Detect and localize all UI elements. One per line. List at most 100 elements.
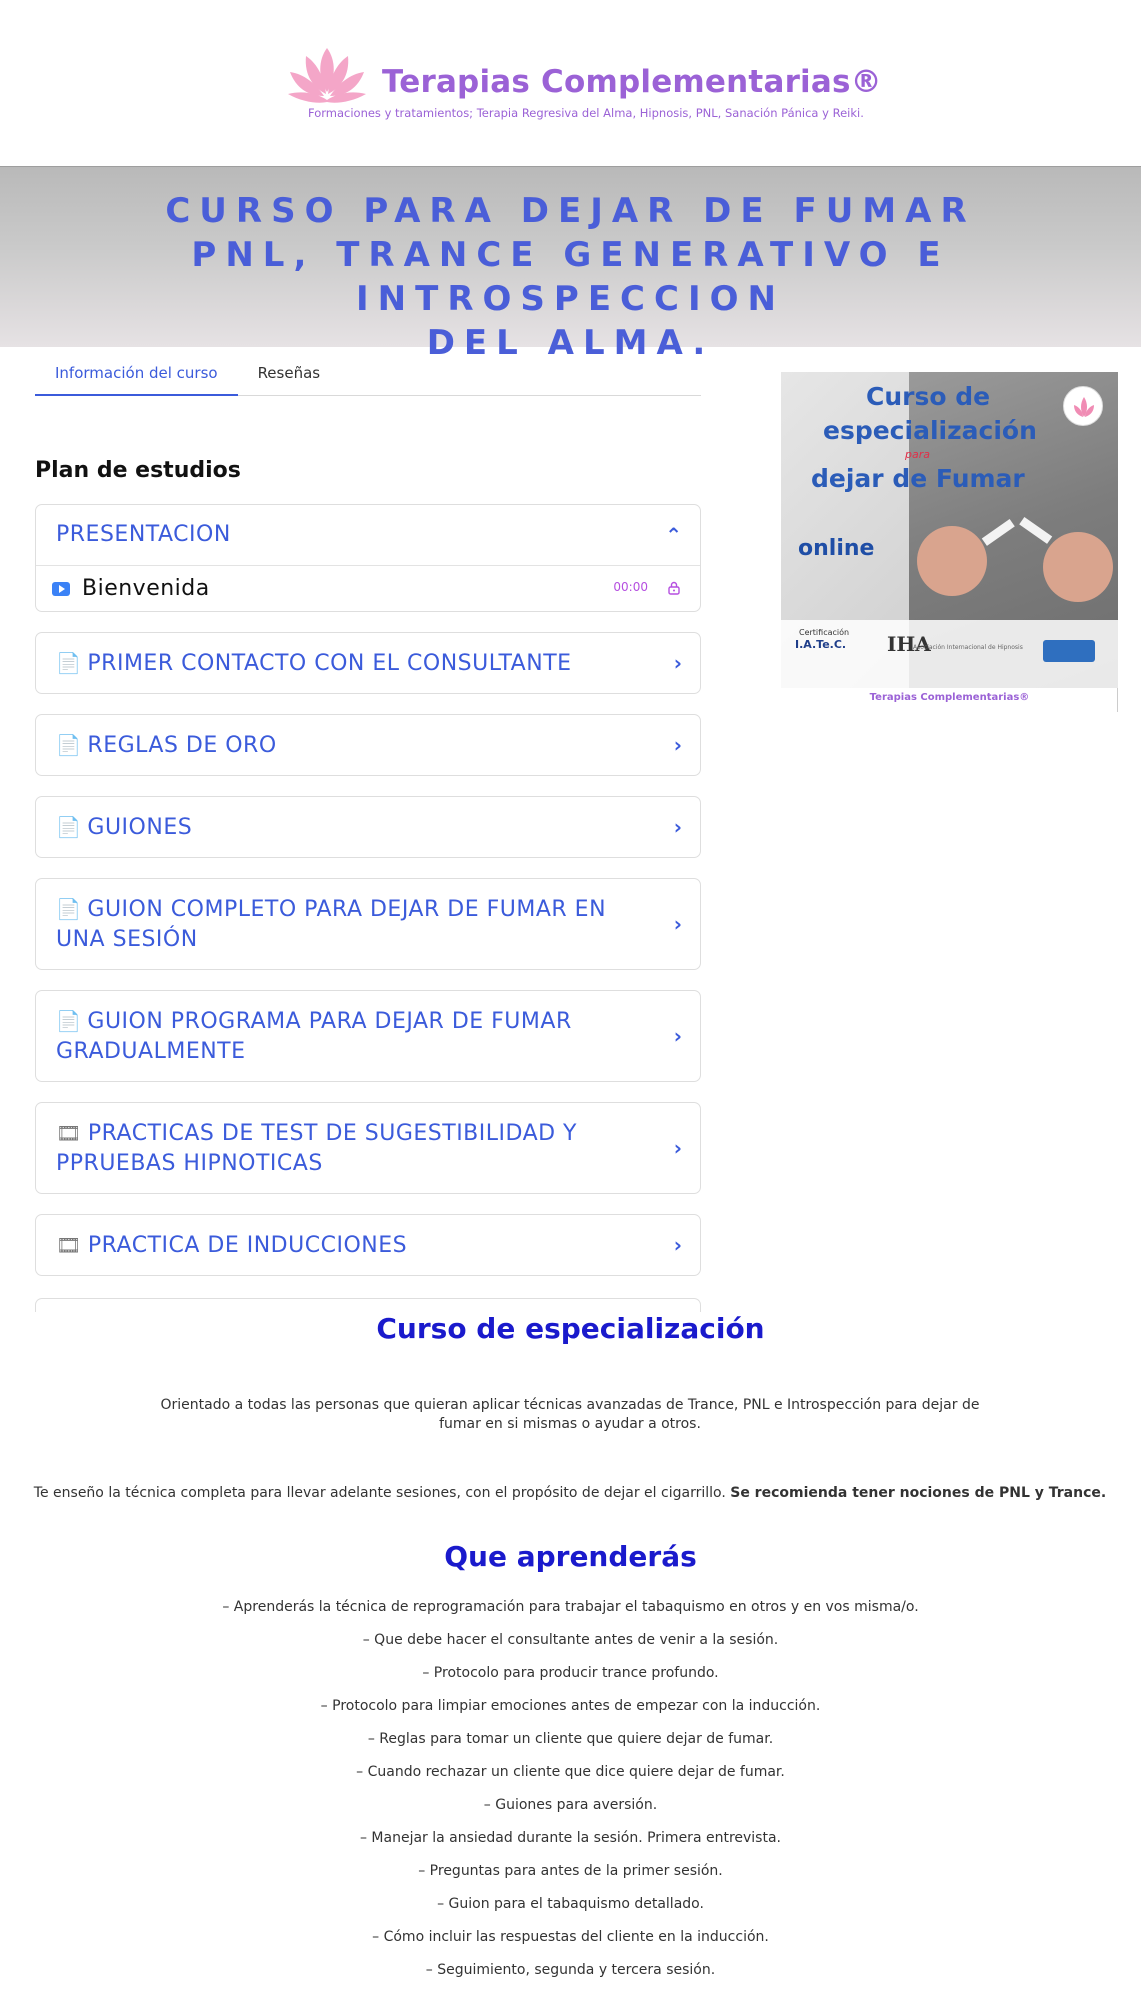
course-banner: CURSO PARA DEJAR DE FUMAR PNL, TRANCE GE… xyxy=(0,166,1141,363)
card-title-line-2: especialización xyxy=(823,416,1037,445)
film-icon: 🎞 xyxy=(56,1120,82,1145)
card-title-line-3: dejar de Fumar xyxy=(811,464,1025,493)
module-primer-contacto[interactable]: 📄 PRIMER CONTACTO CON EL CONSULTANTE › xyxy=(35,632,701,694)
course-title-line-2: PNL, TRANCE GENERATIVO E INTROSPECCION xyxy=(191,235,950,319)
module-header: 📄 GUION COMPLETO PARA DEJAR DE FUMAR EN U… xyxy=(36,879,700,969)
document-icon: 📄 xyxy=(56,814,82,839)
curriculum-title: Plan de estudios xyxy=(35,458,241,483)
document-icon: 📄 xyxy=(56,732,82,757)
lesson-row-bienvenida[interactable]: Bienvenida 00:00 xyxy=(36,565,700,611)
list-item: – Cómo incluir las respuestas del client… xyxy=(372,1929,769,1945)
list-item: – Cuando rechazar un cliente que dice qu… xyxy=(356,1764,785,1780)
list-item: – Preguntas para antes de la primer sesi… xyxy=(418,1863,723,1879)
paragraph-2-bold: Se recomienda tener nociones de PNL y Tr… xyxy=(730,1485,1107,1501)
chevron-right-icon: › xyxy=(673,912,682,936)
lotus-icon xyxy=(288,48,366,103)
divider xyxy=(1117,688,1118,712)
module-title-text: GUION PROGRAMA PARA DEJAR DE FUMAR GRADU… xyxy=(56,1008,572,1064)
chevron-right-icon: › xyxy=(673,1136,682,1160)
list-item: – Guiones para aversión. xyxy=(483,1797,658,1813)
learn-title: Que aprenderás xyxy=(444,1540,697,1573)
film-icon: 🎞 xyxy=(56,1232,82,1257)
description-paragraph-2: Te enseño la técnica completa para lleva… xyxy=(20,1485,1120,1501)
list-item: – Seguimiento, segunda y tercera sesión. xyxy=(425,1962,716,1978)
module-title: PRESENTACION xyxy=(56,522,231,547)
broken-cigarette-icon xyxy=(981,516,1053,546)
module-title-text: GUIONES xyxy=(87,814,193,840)
module-title: 📄 REGLAS DE ORO xyxy=(56,730,277,761)
module-practicas-sugestibilidad[interactable]: 🎞 PRACTICAS DE TEST DE SUGESTIBILIDAD Y P… xyxy=(35,1102,701,1194)
module-title-text: PRIMER CONTACTO CON EL CONSULTANTE xyxy=(87,650,572,676)
module-title-text: GUION COMPLETO PARA DEJAR DE FUMAR EN UN… xyxy=(56,896,607,952)
description-paragraph-1: Orientado a todas las personas que quier… xyxy=(160,1397,980,1432)
module-clipped[interactable] xyxy=(35,1298,701,1312)
document-icon: 📄 xyxy=(56,650,82,675)
module-reglas-de-oro[interactable]: 📄 REGLAS DE ORO › xyxy=(35,714,701,776)
tab-course-info[interactable]: Información del curso xyxy=(35,356,238,396)
lock-icon xyxy=(668,581,680,595)
chevron-right-icon: › xyxy=(673,815,682,839)
module-header: 📄 REGLAS DE ORO › xyxy=(36,715,700,775)
iha-text: Asociación Internacional de Hipnosis xyxy=(913,644,1023,651)
course-tabs: Información del curso Reseñas xyxy=(35,356,701,396)
learn-list: – Aprenderás la técnica de reprogramació… xyxy=(0,1598,1141,1994)
list-item: – Protocolo para limpiar emociones antes… xyxy=(320,1698,821,1714)
course-title-line-1: CURSO PARA DEJAR DE FUMAR xyxy=(165,191,976,231)
module-presentacion: PRESENTACION ⌃ Bienvenida 00:00 xyxy=(35,504,701,612)
module-header: 📄 PRIMER CONTACTO CON EL CONSULTANTE › xyxy=(36,633,700,693)
module-header: 📄 GUIONES › xyxy=(36,797,700,857)
module-guion-programa[interactable]: 📄 GUION PROGRAMA PARA DEJAR DE FUMAR GRAD… xyxy=(35,990,701,1082)
lesson-duration: 00:00 xyxy=(613,580,648,594)
list-item: – Reglas para tomar un cliente que quier… xyxy=(367,1731,774,1747)
cert-label: Certificación xyxy=(799,628,850,637)
site-logo[interactable]: Terapias Complementarias® Formaciones y … xyxy=(284,44,884,124)
card-title-line-1: Curso de xyxy=(866,382,991,411)
brand-tagline: Formaciones y tratamientos; Terapia Regr… xyxy=(308,106,864,120)
module-guion-completo[interactable]: 📄 GUION COMPLETO PARA DEJAR DE FUMAR EN U… xyxy=(35,878,701,970)
list-item: – Protocolo para producir trance profund… xyxy=(422,1665,719,1681)
chevron-up-icon: ⌃ xyxy=(665,523,682,547)
course-cover-image: Curso de especialización para dejar de F… xyxy=(781,372,1118,688)
list-item: – Guion para el tabaquismo detallado. xyxy=(437,1896,704,1912)
module-header: 🎞 PRACTICAS DE TEST DE SUGESTIBILIDAD Y P… xyxy=(36,1103,700,1193)
module-title: 📄 GUION PROGRAMA PARA DEJAR DE FUMAR GRAD… xyxy=(56,1006,640,1067)
module-title: 🎞 PRACTICA DE INDUCCIONES xyxy=(56,1230,407,1261)
chevron-right-icon: › xyxy=(673,651,682,675)
module-title-text: PRACTICAS DE TEST DE SUGESTIBILIDAD Y PP… xyxy=(56,1120,577,1176)
list-item: – Que debe hacer el consultante antes de… xyxy=(362,1632,779,1648)
document-icon: 📄 xyxy=(56,1008,82,1033)
module-title: 📄 PRIMER CONTACTO CON EL CONSULTANTE xyxy=(56,648,572,679)
description-title: Curso de especialización xyxy=(376,1312,765,1345)
document-icon: 📄 xyxy=(56,896,82,921)
site-header: Terapias Complementarias® Formaciones y … xyxy=(0,0,1141,166)
course-image-card[interactable]: Curso de especialización para dejar de F… xyxy=(781,372,1118,712)
paragraph-2-text: Te enseño la técnica completa para lleva… xyxy=(33,1485,731,1501)
module-title: 🎞 PRACTICAS DE TEST DE SUGESTIBILIDAD Y P… xyxy=(56,1118,640,1179)
lotus-badge-icon xyxy=(1063,386,1103,426)
module-title: 📄 GUION COMPLETO PARA DEJAR DE FUMAR EN U… xyxy=(56,894,640,955)
chevron-right-icon: › xyxy=(673,1024,682,1048)
chevron-right-icon: › xyxy=(673,1233,682,1257)
module-title-text: REGLAS DE ORO xyxy=(87,732,277,758)
module-guiones[interactable]: 📄 GUIONES › xyxy=(35,796,701,858)
partner-logo xyxy=(1043,640,1095,662)
module-title-text: PRACTICA DE INDUCCIONES xyxy=(87,1232,408,1258)
tab-reviews[interactable]: Reseñas xyxy=(238,356,341,396)
course-title: CURSO PARA DEJAR DE FUMAR PNL, TRANCE GE… xyxy=(0,189,1141,365)
card-logo-strip: Certificación I.A.Te.C. IHA Asociación I… xyxy=(781,620,1118,688)
video-play-icon xyxy=(52,581,70,596)
cert-org-logo: I.A.Te.C. xyxy=(795,638,847,651)
card-caption: Terapias Complementarias® xyxy=(869,692,1030,703)
module-header: 📄 GUION PROGRAMA PARA DEJAR DE FUMAR GRAD… xyxy=(36,991,700,1081)
module-header: 🎞 PRACTICA DE INDUCCIONES › xyxy=(36,1215,700,1275)
list-item: – Aprenderás la técnica de reprogramació… xyxy=(222,1599,919,1615)
brand-name: Terapias Complementarias® xyxy=(382,64,882,100)
card-online-label: online xyxy=(798,536,875,561)
list-item: – Manejar la ansiedad durante la sesión.… xyxy=(359,1830,781,1846)
card-title-para: para xyxy=(905,448,930,461)
module-practica-inducciones[interactable]: 🎞 PRACTICA DE INDUCCIONES › xyxy=(35,1214,701,1276)
module-header-presentacion[interactable]: PRESENTACION ⌃ xyxy=(36,505,700,565)
lesson-title: Bienvenida xyxy=(82,576,210,601)
chevron-right-icon: › xyxy=(673,733,682,757)
module-title: 📄 GUIONES xyxy=(56,812,192,843)
